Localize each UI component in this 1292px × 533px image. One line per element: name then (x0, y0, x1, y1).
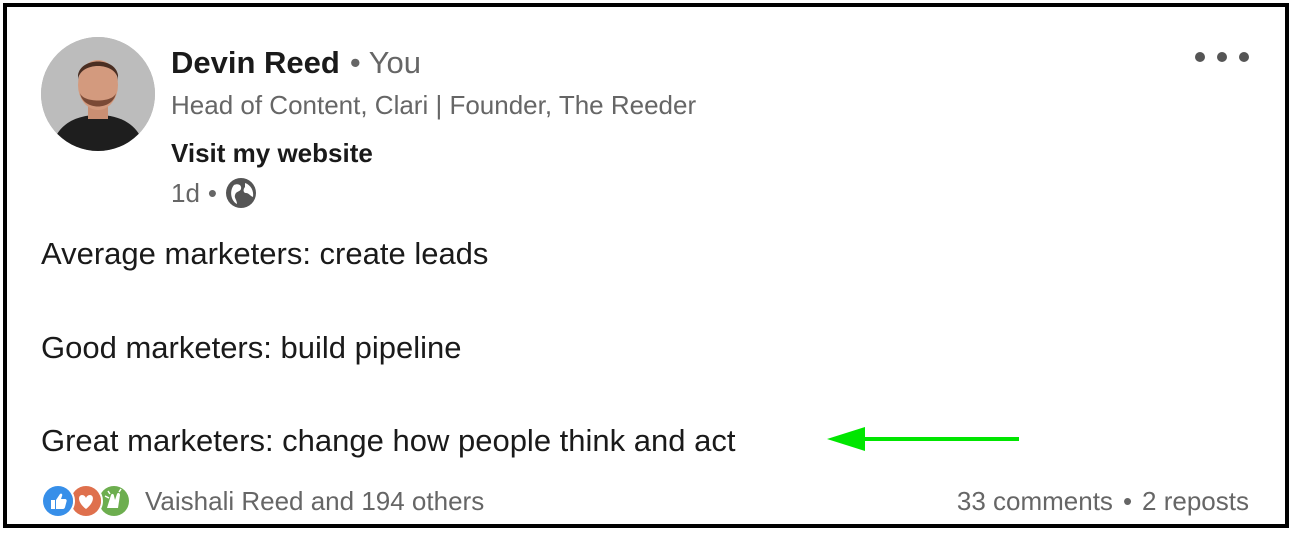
post-age: 1d (171, 177, 200, 208)
separator-dot: • (207, 177, 218, 208)
separator-dot: • (1122, 485, 1133, 516)
arrow-left-icon (827, 427, 1019, 451)
visit-website-link[interactable]: Visit my website (171, 137, 373, 169)
post-text-line: Average marketers: create leads (41, 236, 489, 271)
social-counts: 33 comments • 2 reposts (957, 484, 1249, 518)
globe-icon (225, 177, 257, 209)
author-relation: You (368, 45, 422, 80)
post-text-line: Good marketers: build pipeline (41, 330, 462, 365)
reactions-count-text[interactable]: Vaishali Reed and 194 others (145, 486, 484, 517)
author-headline: Head of Content, Clari | Founder, The Re… (171, 90, 697, 120)
post-card: Devin Reed • You Head of Content, Clari | … (3, 3, 1289, 528)
post-meta: 1d • (171, 176, 257, 210)
reaction-icons (41, 484, 135, 518)
author-name[interactable]: Devin Reed (171, 45, 340, 80)
author-name-line: Devin Reed • You (171, 45, 421, 81)
reposts-count-link[interactable]: 2 reposts (1142, 486, 1249, 517)
post-text-line: Great marketers: change how people think… (41, 423, 736, 458)
like-icon (41, 484, 75, 518)
comments-count-link[interactable]: 33 comments (957, 486, 1113, 517)
ellipsis-icon (1195, 52, 1205, 62)
avatar-image (41, 37, 155, 151)
more-options-button[interactable] (1195, 43, 1249, 71)
reactions-summary[interactable]: Vaishali Reed and 194 others (41, 484, 484, 518)
author-avatar[interactable] (41, 37, 155, 151)
separator-dot: • (349, 45, 361, 80)
